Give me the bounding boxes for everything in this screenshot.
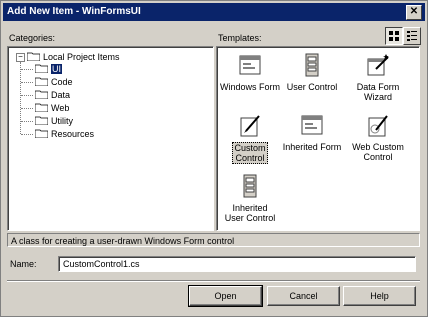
tree-item-label: Resources xyxy=(51,129,95,139)
template-label: Windows Form xyxy=(219,82,280,92)
name-input[interactable]: CustomControl1.cs xyxy=(58,256,416,272)
tree-item-label: Data xyxy=(51,90,71,100)
separator xyxy=(7,280,420,282)
small-icons-view-button[interactable] xyxy=(403,27,421,45)
template-inherited-form[interactable]: Inherited Form xyxy=(279,113,345,152)
name-label: Name: xyxy=(10,259,37,269)
template-label: Inherited Form xyxy=(282,142,342,152)
inherited-user-control-icon xyxy=(243,174,257,198)
collapse-expander[interactable]: − xyxy=(16,53,25,62)
template-custom-control[interactable]: Custom Control xyxy=(223,113,277,164)
template-windows-form[interactable]: Windows Form xyxy=(219,53,281,92)
template-label: Custom Control xyxy=(232,142,268,164)
template-label: Inherited User Control xyxy=(224,203,276,223)
tree-item-label: Utility xyxy=(51,116,73,126)
template-label: User Control xyxy=(286,82,338,92)
open-button[interactable]: Open xyxy=(188,285,263,307)
template-description: A class for creating a user-drawn Window… xyxy=(7,233,420,247)
tree-item-code[interactable]: Code xyxy=(35,76,73,88)
tree-item-label: UI xyxy=(51,64,62,74)
inherited-form-icon xyxy=(301,115,323,135)
windows-form-icon xyxy=(239,55,261,75)
template-inherited-user-control[interactable]: Inherited User Control xyxy=(219,174,281,223)
folder-icon xyxy=(35,103,48,112)
tree-item-utility[interactable]: Utility xyxy=(35,115,73,127)
user-control-icon xyxy=(305,53,319,77)
cancel-button[interactable]: Cancel xyxy=(267,286,340,306)
template-label: Web Custom Control xyxy=(352,142,404,162)
template-data-form-wizard[interactable]: Data Form Wizard xyxy=(347,53,409,102)
template-web-custom-control[interactable]: Web Custom Control xyxy=(345,113,411,162)
folder-icon xyxy=(35,116,48,125)
tree-item-web[interactable]: Web xyxy=(35,102,69,114)
title-bar: Add New Item - WinFormsUI ✕ xyxy=(3,3,425,21)
folder-icon xyxy=(35,77,48,86)
templates-label: Templates: xyxy=(218,33,262,43)
help-button[interactable]: Help xyxy=(343,286,416,306)
tree-item-ui[interactable]: UI xyxy=(35,63,62,75)
categories-tree[interactable]: − Local Project Items UI Code Data Web U… xyxy=(7,46,214,231)
tree-item-label: Code xyxy=(51,77,73,87)
categories-label: Categories: xyxy=(9,33,56,43)
tree-root-local-project-items[interactable]: Local Project Items xyxy=(27,51,120,63)
template-user-control[interactable]: User Control xyxy=(281,53,343,92)
window-title: Add New Item - WinFormsUI xyxy=(7,6,141,17)
template-label: Data Form Wizard xyxy=(356,82,400,102)
web-custom-control-icon xyxy=(368,115,388,137)
large-icons-view-button[interactable] xyxy=(385,27,403,45)
custom-control-icon xyxy=(240,115,260,137)
list-view-icon xyxy=(407,31,417,41)
templates-list[interactable]: Windows Form User Control Data Form Wiza… xyxy=(216,46,420,231)
data-form-wizard-icon xyxy=(367,54,389,76)
folder-icon xyxy=(35,90,48,99)
folder-icon xyxy=(35,64,48,73)
close-button[interactable]: ✕ xyxy=(406,5,422,20)
large-icons-icon xyxy=(389,31,399,41)
tree-item-data[interactable]: Data xyxy=(35,89,70,101)
tree-root-label: Local Project Items xyxy=(43,52,120,62)
folder-icon xyxy=(27,52,40,61)
tree-item-resources[interactable]: Resources xyxy=(35,128,94,140)
folder-icon xyxy=(35,129,48,138)
tree-item-label: Web xyxy=(51,103,70,113)
